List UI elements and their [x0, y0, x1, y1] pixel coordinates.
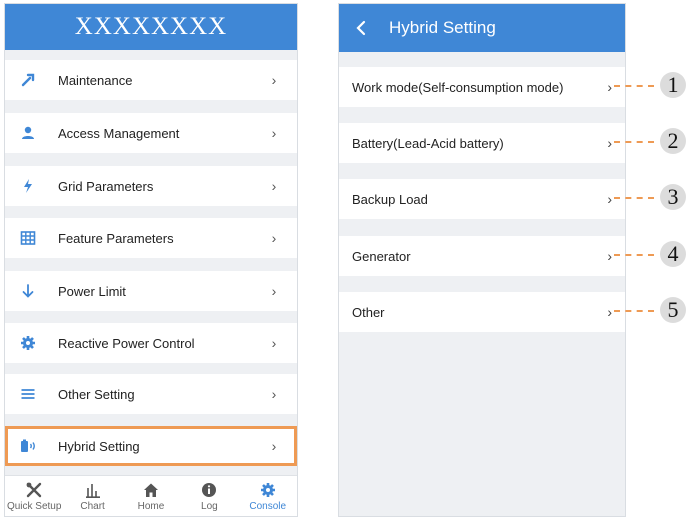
gear-icon — [260, 481, 276, 499]
tab-home[interactable]: Home — [123, 481, 179, 512]
chevron-right-icon: › — [271, 72, 277, 88]
app-title: XXXXXXXX — [74, 13, 228, 40]
menu-item-label: Power Limit — [58, 283, 126, 299]
tab-console[interactable]: Console — [240, 481, 296, 512]
menu-item-label: Other Setting — [58, 386, 135, 402]
user-icon — [18, 123, 38, 143]
battery-signal-icon — [18, 436, 38, 456]
chevron-right-icon: › — [271, 230, 277, 246]
tab-quick-setup[interactable]: Quick Setup — [6, 481, 62, 512]
menu-item-feature-parameters[interactable]: Feature Parameters › — [5, 218, 297, 258]
menu-item-other-setting[interactable]: Other Setting › — [5, 374, 297, 414]
callout-connector — [614, 197, 654, 199]
screen-title: Hybrid Setting — [389, 18, 496, 37]
home-icon — [143, 481, 159, 499]
callout-number: 4 — [660, 241, 686, 267]
callout-number: 5 — [660, 297, 686, 323]
menu-item-label: Access Management — [58, 125, 180, 141]
arrow-down-icon — [18, 281, 38, 301]
callout-number: 2 — [660, 128, 686, 154]
tab-label: Chart — [80, 500, 105, 512]
setting-item-label: Work mode(Self-consumption mode) — [352, 79, 564, 95]
setting-item-other[interactable]: Other › — [339, 292, 625, 332]
bottom-tab-bar: Quick Setup Chart Home Log Console — [5, 475, 297, 516]
tab-log[interactable]: Log — [181, 481, 237, 512]
callout-number: 1 — [660, 72, 686, 98]
setting-item-label: Battery(Lead-Acid battery) — [352, 135, 504, 151]
menu-item-grid-parameters[interactable]: Grid Parameters › — [5, 166, 297, 206]
tab-chart[interactable]: Chart — [65, 481, 121, 512]
chevron-right-icon: › — [271, 178, 277, 194]
callout-number: 3 — [660, 184, 686, 210]
menu-item-access-management[interactable]: Access Management › — [5, 113, 297, 153]
setting-item-work-mode[interactable]: Work mode(Self-consumption mode) › — [339, 67, 625, 107]
callout-connector — [614, 85, 654, 87]
chevron-right-icon: › — [271, 438, 277, 454]
chevron-right-icon: › — [271, 283, 277, 299]
tab-label: Quick Setup — [6, 500, 62, 512]
menu-item-label: Reactive Power Control — [58, 335, 195, 351]
gear-icon — [18, 333, 38, 353]
lightning-icon — [18, 176, 38, 196]
app-title-bar: XXXXXXXX — [5, 4, 297, 50]
menu-item-hybrid-setting[interactable]: Hybrid Setting › — [5, 426, 297, 466]
setting-item-label: Backup Load — [352, 191, 428, 207]
menu-item-label: Feature Parameters — [58, 230, 174, 246]
menu-lines-icon — [18, 384, 38, 404]
chevron-right-icon: › — [607, 248, 612, 264]
menu-item-label: Maintenance — [58, 72, 133, 88]
hybrid-setting-screen: Hybrid Setting Work mode(Self-consumptio… — [338, 3, 626, 517]
wrench-icon — [18, 70, 38, 90]
setting-item-backup-load[interactable]: Backup Load › — [339, 179, 625, 219]
setting-item-generator[interactable]: Generator › — [339, 236, 625, 276]
tab-label: Home — [137, 500, 165, 512]
menu-item-label: Hybrid Setting — [58, 438, 140, 454]
console-screen: XXXXXXXX Maintenance › Access Management… — [4, 3, 298, 517]
callout-connector — [614, 254, 654, 256]
screen-title-bar: Hybrid Setting — [339, 4, 625, 52]
chevron-right-icon: › — [271, 386, 277, 402]
bar-chart-icon — [85, 481, 101, 499]
info-icon — [201, 481, 217, 499]
callout-connector — [614, 310, 654, 312]
chevron-right-icon: › — [607, 79, 612, 95]
menu-item-maintenance[interactable]: Maintenance › — [5, 60, 297, 100]
menu-item-reactive-power-control[interactable]: Reactive Power Control › — [5, 323, 297, 363]
chevron-right-icon: › — [607, 304, 612, 320]
setting-item-label: Generator — [352, 248, 411, 264]
tools-icon — [25, 481, 43, 499]
setting-item-battery[interactable]: Battery(Lead-Acid battery) › — [339, 123, 625, 163]
back-arrow-icon[interactable] — [355, 19, 373, 37]
chevron-right-icon: › — [607, 191, 612, 207]
menu-item-label: Grid Parameters — [58, 178, 154, 194]
chevron-right-icon: › — [271, 335, 277, 351]
tab-label: Console — [249, 500, 287, 512]
callout-connector — [614, 141, 654, 143]
tab-label: Log — [201, 500, 218, 512]
setting-item-label: Other — [352, 304, 385, 320]
grid-icon — [18, 228, 38, 248]
chevron-right-icon: › — [607, 135, 612, 151]
menu-item-power-limit[interactable]: Power Limit › — [5, 271, 297, 311]
chevron-right-icon: › — [271, 125, 277, 141]
